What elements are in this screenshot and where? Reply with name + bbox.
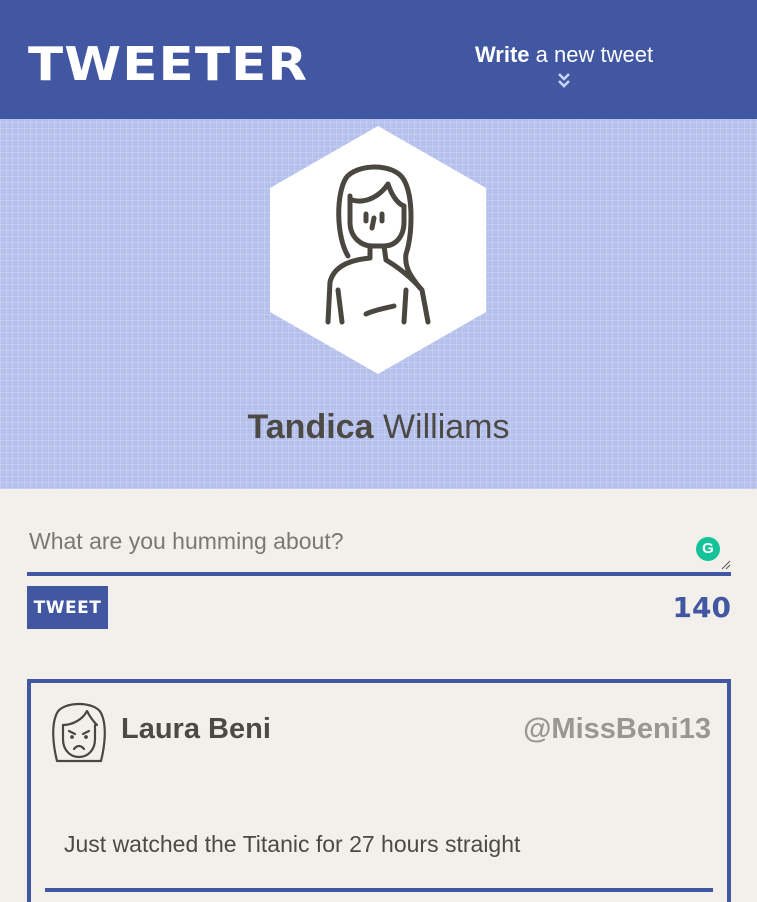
write-new-tweet-toggle[interactable]: Write a new tweet bbox=[468, 41, 660, 89]
resize-handle-icon[interactable] bbox=[721, 560, 731, 570]
top-nav: TWEETER Write a new tweet bbox=[0, 0, 757, 119]
grammarly-glyph: G bbox=[702, 540, 714, 557]
tweet-author-name[interactable]: Laura Beni bbox=[121, 711, 271, 747]
frowning-woman-avatar-icon bbox=[52, 702, 106, 763]
tweet-button[interactable]: TWEET bbox=[27, 586, 108, 629]
grammarly-icon[interactable]: G bbox=[696, 537, 720, 561]
profile-name: Tandica Williams bbox=[247, 408, 510, 446]
tweet-divider bbox=[45, 888, 713, 892]
brand-logo[interactable]: TWEETER bbox=[28, 38, 308, 90]
tweet-text-input[interactable] bbox=[27, 520, 731, 572]
compose-box: G bbox=[27, 520, 731, 576]
write-new-tweet-label: Write a new tweet bbox=[474, 42, 654, 67]
tweet-card: Laura Beni @MissBeni13 Just watched the … bbox=[27, 679, 731, 902]
profile-avatar bbox=[270, 126, 486, 374]
profile-hero: Tandica Williams bbox=[0, 119, 757, 489]
character-counter: 140 bbox=[672, 591, 731, 624]
tweet-body: Just watched the Titanic for 27 hours st… bbox=[64, 831, 521, 857]
double-chevron-down-icon bbox=[558, 73, 570, 88]
tweet-author-handle[interactable]: @MissBeni13 bbox=[523, 711, 711, 747]
